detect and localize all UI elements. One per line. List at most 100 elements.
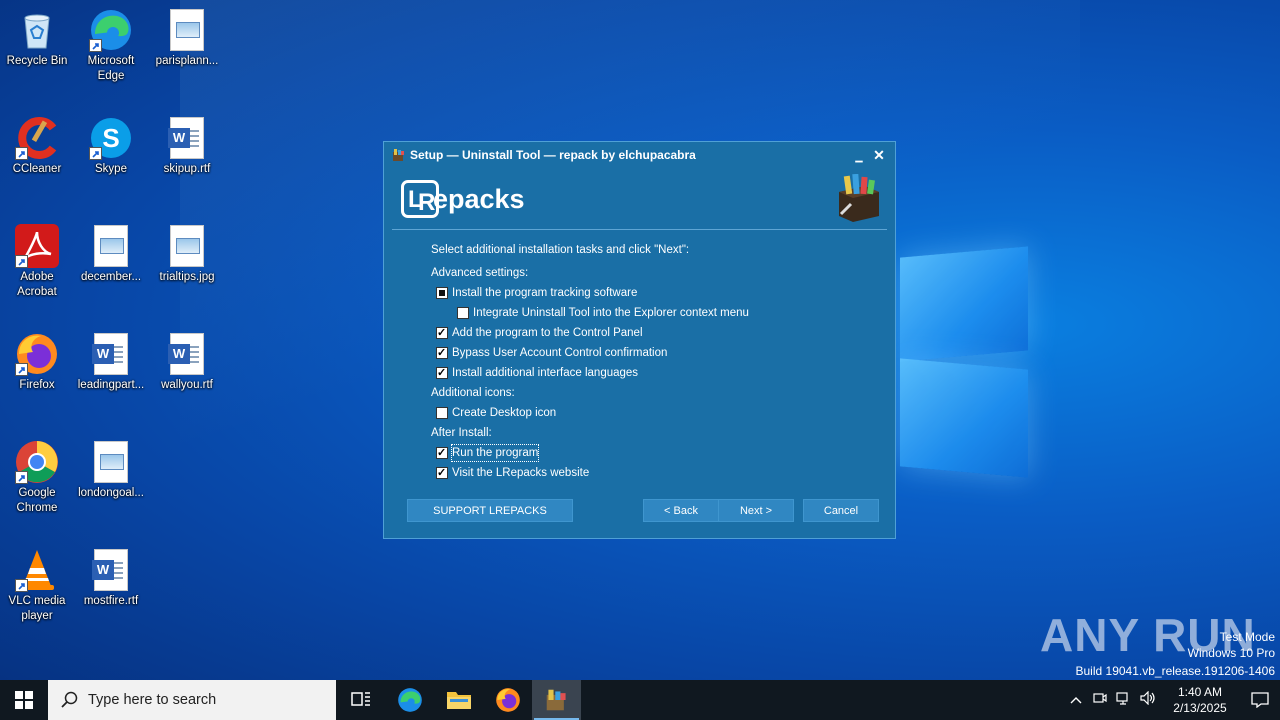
windows-start-icon bbox=[15, 691, 33, 709]
edge-icon bbox=[89, 8, 133, 52]
desktop-icon-skipup[interactable]: W skipup.rtf bbox=[150, 116, 224, 177]
desktop-icon-label: december... bbox=[80, 271, 142, 283]
search-placeholder: Type here to search bbox=[88, 692, 217, 708]
next-button[interactable]: Next > bbox=[718, 499, 794, 522]
close-icon: ✕ bbox=[873, 147, 885, 163]
word-doc-icon: W bbox=[89, 548, 133, 592]
folder-icon bbox=[446, 692, 471, 709]
installer-icon bbox=[546, 689, 566, 711]
volume-icon[interactable] bbox=[1136, 690, 1160, 709]
minimize-button[interactable]: ▁ bbox=[849, 145, 869, 165]
clock-date: 2/13/2025 bbox=[1173, 701, 1227, 715]
lrepacks-logo: L R epacks bbox=[401, 180, 525, 218]
acrobat-icon bbox=[15, 224, 59, 268]
desktop-icon-label: wallyou.rtf bbox=[161, 379, 213, 391]
task-checkbox[interactable] bbox=[436, 445, 448, 461]
taskbar-setup-installer[interactable] bbox=[532, 680, 581, 720]
taskbar: Type here to search 1:40 AM 2/13/2025 bbox=[0, 680, 1280, 720]
desktop-icon-label: Firefox bbox=[19, 379, 55, 391]
desktop-icon-label: skipup.rtf bbox=[163, 163, 211, 175]
desktop-icon-wallyou[interactable]: W wallyou.rtf bbox=[150, 332, 224, 393]
desktop-icon-label: Adobe Acrobat bbox=[17, 271, 57, 298]
start-button[interactable] bbox=[0, 680, 48, 720]
firefox-icon bbox=[495, 688, 520, 712]
word-doc-icon: W bbox=[165, 332, 209, 376]
word-doc-icon: W bbox=[89, 332, 133, 376]
back-button[interactable]: < Back bbox=[643, 499, 719, 522]
image-file-icon bbox=[89, 440, 133, 484]
desktop-icon-londongoal[interactable]: londongoal... bbox=[74, 440, 148, 501]
task-checkbox[interactable] bbox=[436, 407, 448, 419]
desktop-icon-leadingpart[interactable]: W leadingpart... bbox=[74, 332, 148, 393]
desktop-icon-label: Microsoft Edge bbox=[87, 55, 135, 82]
system-tray: 1:40 AM 2/13/2025 bbox=[1064, 680, 1280, 720]
desktop-icon-vlc[interactable]: VLC media player bbox=[0, 548, 74, 624]
desktop-icon-december[interactable]: december... bbox=[74, 224, 148, 285]
windows-logo-wallpaper bbox=[900, 240, 1030, 480]
task-checkbox[interactable] bbox=[436, 287, 448, 299]
desktop-icon-google-chrome[interactable]: Google Chrome bbox=[0, 440, 74, 516]
support-lrepacks-button[interactable]: SUPPORT LREPACKS bbox=[407, 499, 573, 522]
desktop-icon-parisplann[interactable]: parisplann... bbox=[150, 8, 224, 69]
firefox-icon bbox=[15, 332, 59, 376]
desktop-icon-label: trialtips.jpg bbox=[159, 271, 215, 283]
desktop-icon-label: mostfire.rtf bbox=[83, 595, 139, 607]
taskbar-edge[interactable] bbox=[385, 680, 434, 720]
additional-icons-header: Additional icons: bbox=[431, 387, 515, 399]
task-view-icon bbox=[350, 692, 370, 706]
svg-text:S: S bbox=[102, 123, 119, 153]
setup-dialog: Setup — Uninstall Tool — repack by elchu… bbox=[383, 141, 896, 539]
meet-now-icon[interactable] bbox=[1088, 691, 1112, 709]
desktop-icon-label: CCleaner bbox=[12, 163, 62, 175]
desktop-icon-microsoft-edge[interactable]: Microsoft Edge bbox=[74, 8, 148, 84]
installer-icon bbox=[393, 149, 404, 161]
desktop-icon-label: VLC media player bbox=[8, 595, 66, 622]
edge-icon bbox=[397, 688, 422, 712]
desktop-icon-ccleaner[interactable]: CCleaner bbox=[0, 116, 74, 177]
desktop-icon-adobe-acrobat[interactable]: Adobe Acrobat bbox=[0, 224, 74, 300]
image-file-icon bbox=[165, 224, 209, 268]
uninstall-tool-box-icon bbox=[839, 174, 879, 222]
desktop-icon-mostfire[interactable]: W mostfire.rtf bbox=[74, 548, 148, 609]
close-button[interactable]: ✕ bbox=[869, 145, 889, 165]
action-center-button[interactable] bbox=[1240, 692, 1280, 708]
task-checkbox[interactable] bbox=[436, 345, 448, 361]
taskbar-search-box[interactable]: Type here to search bbox=[48, 680, 336, 720]
desktop-icon-label: Recycle Bin bbox=[6, 55, 68, 67]
test-mode-text: Test Mode bbox=[1219, 630, 1275, 644]
task-checkbox[interactable] bbox=[436, 365, 448, 381]
taskbar-firefox[interactable] bbox=[483, 680, 532, 720]
dialog-title: Setup — Uninstall Tool — repack by elchu… bbox=[410, 148, 696, 162]
os-edition-text: Windows 10 Pro bbox=[1187, 646, 1275, 660]
after-install-header: After Install: bbox=[431, 427, 492, 439]
ccleaner-icon bbox=[15, 116, 59, 160]
desktop-icon-skype[interactable]: S Skype bbox=[74, 116, 148, 177]
task-checkbox[interactable] bbox=[436, 325, 448, 341]
network-icon[interactable] bbox=[1112, 691, 1136, 709]
desktop-icon-trialtips[interactable]: trialtips.jpg bbox=[150, 224, 224, 285]
taskbar-clock[interactable]: 1:40 AM 2/13/2025 bbox=[1160, 684, 1240, 716]
header-separator bbox=[392, 229, 887, 230]
vlc-icon bbox=[15, 548, 59, 592]
dialog-titlebar[interactable]: Setup — Uninstall Tool — repack by elchu… bbox=[384, 142, 895, 168]
show-hidden-icons-chevron-icon[interactable] bbox=[1064, 693, 1088, 708]
desktop-icon-firefox[interactable]: Firefox bbox=[0, 332, 74, 393]
image-file-icon bbox=[89, 224, 133, 268]
desktop-icon-label: Skype bbox=[95, 163, 127, 175]
advanced-settings-header: Advanced settings: bbox=[431, 267, 529, 279]
clock-time: 1:40 AM bbox=[1177, 685, 1223, 699]
search-icon bbox=[61, 691, 78, 708]
word-doc-icon: W bbox=[165, 116, 209, 160]
image-file-icon bbox=[165, 8, 209, 52]
desktop-icon-recycle-bin[interactable]: Recycle Bin bbox=[0, 8, 74, 69]
task-view-button[interactable] bbox=[336, 680, 385, 720]
chrome-icon bbox=[15, 440, 59, 484]
cancel-button[interactable]: Cancel bbox=[803, 499, 879, 522]
task-checkbox[interactable] bbox=[436, 465, 448, 481]
notification-icon bbox=[1251, 692, 1269, 708]
task-checkbox[interactable] bbox=[457, 307, 469, 319]
desktop-icon-label: leadingpart... bbox=[77, 379, 145, 391]
build-text: Build 19041.vb_release.191206-1406 bbox=[1075, 664, 1276, 678]
taskbar-file-explorer[interactable] bbox=[434, 680, 483, 720]
minimize-icon: ▁ bbox=[855, 152, 863, 162]
